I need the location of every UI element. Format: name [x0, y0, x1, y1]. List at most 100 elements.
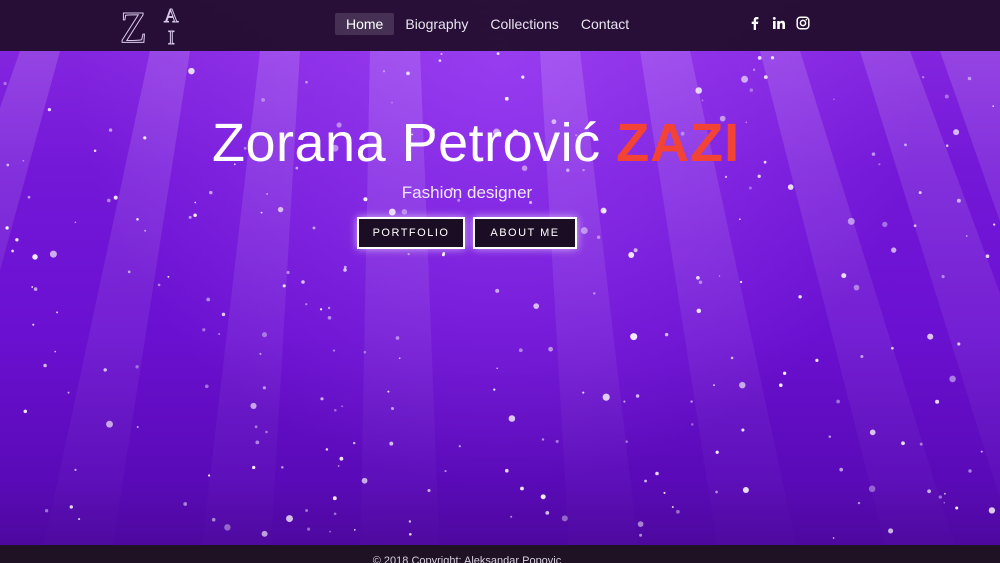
snow-particle [561, 515, 568, 522]
logo[interactable]: Z A I [118, 2, 188, 53]
snow-particle [353, 441, 356, 445]
snow-particle [188, 215, 192, 219]
snow-particle [262, 386, 266, 390]
snow-particle [508, 415, 516, 422]
snow-particle [265, 430, 268, 434]
snow-particle [637, 521, 644, 527]
snow-particle [540, 494, 546, 500]
snow-particle [944, 94, 949, 99]
snow-particle [444, 470, 447, 473]
snow-particle [49, 250, 57, 258]
snow-particle [167, 275, 170, 278]
footer: © 2018 Copyright: Aleksandar Popovic [0, 545, 1000, 563]
snow-particle [327, 306, 331, 310]
nav-collections[interactable]: Collections [479, 13, 569, 35]
snow-particle [967, 76, 972, 81]
snow-particle [860, 354, 864, 359]
snow-particle [361, 477, 368, 484]
snow-particle [913, 224, 917, 228]
snow-particle [388, 208, 396, 216]
snow-particle [337, 465, 340, 467]
snow-particle [282, 284, 286, 288]
snow-particle [839, 467, 844, 472]
snow-particle [757, 174, 761, 178]
snow-particle [188, 67, 195, 75]
snow-particle [32, 254, 38, 260]
snow-particle [301, 280, 305, 284]
snow-particle [305, 303, 308, 306]
snow-particle [334, 409, 337, 412]
snow-particle [715, 490, 718, 494]
snow-particle [332, 349, 336, 352]
snow-particle [582, 391, 585, 394]
snow-particle [312, 226, 316, 230]
snow-particle [724, 175, 728, 179]
snow-particle [391, 101, 393, 104]
portfolio-button[interactable]: PORTFOLIO [357, 217, 465, 249]
snow-particle [739, 218, 741, 221]
snow-particle [103, 368, 107, 372]
snow-particle [541, 438, 545, 441]
snow-particle [325, 448, 329, 451]
snow-particle [779, 383, 783, 387]
snow-particle [763, 75, 768, 79]
snow-particle [828, 435, 832, 438]
snow-particle [127, 270, 131, 274]
linkedin-icon[interactable] [772, 16, 786, 30]
snow-particle [833, 98, 835, 101]
snow-particle [441, 253, 445, 257]
snow-particle [956, 198, 961, 203]
snow-particle [691, 423, 694, 426]
snow-particle [901, 441, 905, 446]
snow-particle [718, 275, 721, 277]
nav-biography[interactable]: Biography [394, 13, 479, 35]
about-me-button[interactable]: ABOUT ME [473, 217, 577, 249]
snow-particle [504, 468, 509, 473]
snow-particle [496, 52, 500, 55]
svg-text:Z: Z [120, 3, 147, 48]
snow-particle [157, 283, 161, 287]
snow-particle [628, 252, 635, 258]
snow-particle [438, 59, 442, 62]
hero-background [0, 0, 1000, 563]
snow-particle [510, 515, 513, 518]
snow-particle [250, 402, 257, 409]
snow-particle [782, 371, 787, 375]
snow-particle [255, 440, 260, 445]
nav-home[interactable]: Home [335, 13, 395, 35]
facebook-icon[interactable] [748, 16, 762, 30]
snow-particle [67, 391, 70, 394]
designer-name: Zorana Petrović [212, 113, 601, 173]
snow-particle [440, 52, 443, 56]
snow-particle [343, 268, 347, 272]
snow-particles [3, 52, 996, 539]
snow-particle [815, 358, 819, 363]
snow-particle [15, 238, 19, 242]
snow-particle [949, 375, 956, 383]
snow-particle [655, 471, 659, 476]
snow-particle [988, 507, 996, 514]
snow-particle [136, 217, 139, 221]
snow-particle [11, 249, 15, 253]
snow-particle [33, 287, 38, 291]
snow-particle [31, 286, 34, 288]
snow-particle [698, 280, 703, 285]
snow-particle [696, 308, 702, 314]
snow-particle [504, 96, 509, 101]
snow-particle [406, 71, 410, 76]
snow-particle [832, 537, 835, 539]
snow-particle [78, 518, 81, 521]
snow-particle [853, 284, 860, 291]
snow-particle [221, 312, 226, 317]
snow-particle [202, 328, 206, 332]
instagram-icon[interactable] [796, 16, 810, 30]
snow-particle [701, 99, 704, 102]
snow-particle [32, 323, 35, 326]
snow-particle [938, 495, 942, 499]
snow-particle [259, 352, 262, 355]
snow-particle [333, 512, 337, 516]
snow-particle [211, 517, 216, 522]
nav-contact[interactable]: Contact [570, 13, 640, 35]
snow-particle [329, 530, 332, 533]
snow-particle [927, 489, 932, 494]
